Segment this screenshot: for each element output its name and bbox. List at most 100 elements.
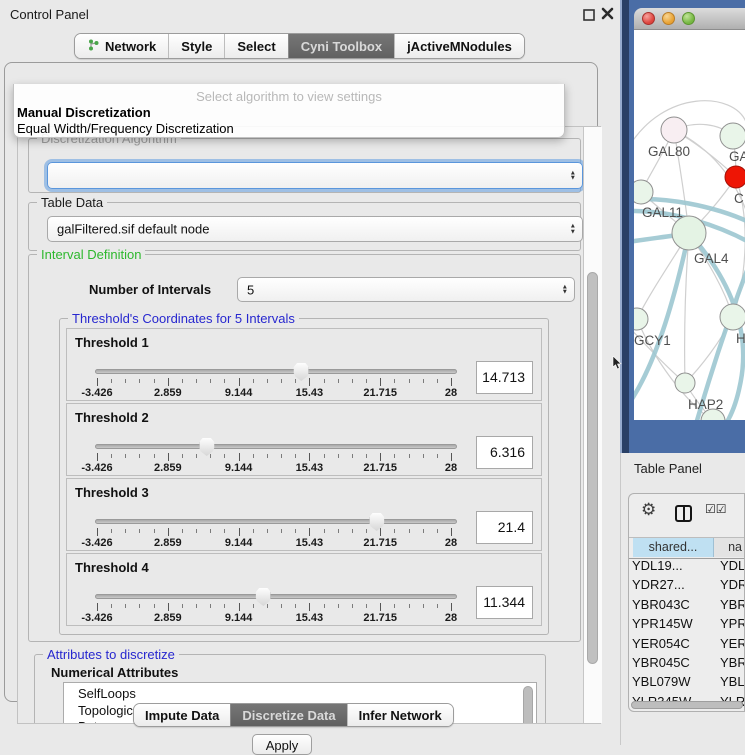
attribute-item[interactable]: SelfLoops bbox=[64, 686, 536, 703]
network-node-h[interactable] bbox=[720, 304, 745, 330]
group-title: Interval Definition bbox=[37, 247, 145, 262]
table-row[interactable]: YBR043CYBR0 bbox=[629, 597, 744, 616]
cell-name[interactable]: YBL0 bbox=[717, 674, 744, 689]
network-node-gcy1[interactable] bbox=[634, 308, 648, 330]
table-row[interactable]: YPR145WYPR1 bbox=[629, 616, 744, 635]
scrollbar-thumb[interactable] bbox=[587, 272, 598, 664]
node-label: GA bbox=[729, 149, 745, 164]
tab-impute-data[interactable]: Impute Data bbox=[134, 704, 230, 726]
threshold-value-box[interactable]: 11.344 bbox=[476, 586, 533, 619]
tab-cyni-toolbox[interactable]: Cyni Toolbox bbox=[288, 34, 394, 58]
cell-shared-name[interactable]: YDR27... bbox=[629, 577, 717, 592]
table-data-group: Table Data galFiltered.sif default node … bbox=[28, 202, 581, 251]
table-row[interactable]: YER054CYER0 bbox=[629, 636, 744, 655]
column-header-name[interactable]: na bbox=[714, 538, 744, 557]
float-window-icon[interactable] bbox=[583, 8, 595, 20]
scale-tick-label: 15.43 bbox=[296, 462, 324, 474]
network-node-gal80[interactable] bbox=[661, 117, 687, 143]
dropdown-option-equal-width-frequency[interactable]: Equal Width/Frequency Discretization bbox=[17, 121, 561, 137]
tab-select[interactable]: Select bbox=[224, 34, 287, 58]
group-title: Table Data bbox=[37, 195, 107, 210]
threshold-value-box[interactable]: 6.316 bbox=[476, 436, 533, 469]
zoom-traffic-light-icon[interactable] bbox=[682, 12, 695, 25]
cell-name[interactable]: YDL1 bbox=[717, 558, 744, 573]
dropdown-hint: Select algorithm to view settings bbox=[14, 89, 564, 104]
tab-jactivemnodules[interactable]: jActiveMNodules bbox=[394, 34, 524, 58]
cell-shared-name[interactable]: YBR043C bbox=[629, 597, 717, 612]
slider-track[interactable] bbox=[95, 519, 457, 524]
table-row[interactable]: YDL19...YDL1 bbox=[629, 558, 744, 577]
cell-name[interactable]: YBR0 bbox=[717, 655, 744, 670]
combo-arrows-icon: ▲▼ bbox=[570, 170, 576, 181]
slider-track[interactable] bbox=[95, 369, 457, 374]
cell-shared-name[interactable]: YDL19... bbox=[629, 558, 717, 573]
node-label: C bbox=[734, 191, 744, 206]
threshold-slider[interactable]: -3.4262.8599.14415.4321.71528 bbox=[95, 590, 457, 624]
node-table: ⚙ ☑☑ shared... na YDL19...YDL1YDR27...YD… bbox=[628, 493, 745, 712]
threshold-slider[interactable]: -3.4262.8599.14415.4321.71528 bbox=[95, 440, 457, 474]
combo-value: 5 bbox=[247, 282, 254, 297]
tab-infer-network[interactable]: Infer Network bbox=[347, 704, 453, 726]
cell-name[interactable]: YER0 bbox=[717, 636, 744, 651]
cell-shared-name[interactable]: YPR145W bbox=[629, 616, 717, 631]
threshold-label: Threshold 3 bbox=[75, 485, 149, 500]
table-row[interactable]: YDR27...YDR2 bbox=[629, 577, 744, 596]
threshold-value-box[interactable]: 21.4 bbox=[476, 511, 533, 544]
tab-discretize-data[interactable]: Discretize Data bbox=[230, 704, 346, 726]
tab-label: Impute Data bbox=[145, 708, 219, 723]
table-data-combo[interactable]: galFiltered.sif default node ▲▼ bbox=[47, 216, 583, 242]
thresholds-group: Threshold's Coordinates for 5 Intervals … bbox=[59, 318, 549, 635]
scale-tick-label: 9.144 bbox=[225, 462, 253, 474]
table-row[interactable]: YBL079WYBL0 bbox=[629, 674, 744, 693]
scale-tick-label: 21.715 bbox=[363, 387, 397, 399]
cell-shared-name[interactable]: YER054C bbox=[629, 636, 717, 651]
network-icon bbox=[87, 38, 105, 55]
algorithm-dropdown-popup: Select algorithm to view settings Manual… bbox=[13, 84, 565, 138]
select-columns-icons[interactable]: ☑☑ bbox=[705, 502, 727, 516]
network-node-gal4[interactable] bbox=[672, 216, 706, 250]
dropdown-option-manual-discretization[interactable]: Manual Discretization bbox=[17, 105, 561, 121]
gear-icon[interactable]: ⚙ bbox=[641, 500, 656, 520]
algorithm-combo[interactable]: ▲▼ bbox=[47, 162, 583, 189]
network-node-gal11[interactable] bbox=[634, 180, 653, 204]
cell-name[interactable]: YPR1 bbox=[717, 616, 744, 631]
number-of-intervals-combo[interactable]: 5 ▲▼ bbox=[237, 277, 575, 302]
network-node-hap2[interactable] bbox=[675, 373, 695, 393]
threshold-panel: Threshold 4 -3.4262.8599.14415.4321.7152… bbox=[66, 553, 542, 626]
cell-shared-name[interactable]: YBR045C bbox=[629, 655, 717, 670]
column-header-shared-name[interactable]: shared... bbox=[633, 538, 714, 557]
network-node-c[interactable] bbox=[725, 166, 745, 188]
tab-label: Cyni Toolbox bbox=[301, 39, 382, 54]
threshold-value-box[interactable]: 14.713 bbox=[476, 361, 533, 394]
slider-track[interactable] bbox=[95, 444, 457, 449]
tab-style[interactable]: Style bbox=[168, 34, 224, 58]
network-window-titlebar[interactable] bbox=[634, 8, 745, 30]
table-row[interactable]: YBR045CYBR0 bbox=[629, 655, 744, 674]
cell-shared-name[interactable]: YBL079W bbox=[629, 674, 717, 689]
close-icon[interactable] bbox=[601, 7, 614, 20]
scale-tick-label: 15.43 bbox=[296, 387, 324, 399]
scale-tick-label: 9.144 bbox=[225, 612, 253, 624]
list-scrollbar[interactable] bbox=[523, 686, 533, 724]
scale-tick-label: 15.43 bbox=[296, 537, 324, 549]
panel-scrollbar[interactable] bbox=[583, 127, 602, 723]
cell-name[interactable]: YDR2 bbox=[717, 577, 744, 592]
node-label: GCY1 bbox=[634, 333, 671, 348]
table-rows: YDL19...YDL1YDR27...YDR2YBR043CYBR0YPR14… bbox=[629, 558, 744, 711]
threshold-slider[interactable]: -3.4262.8599.14415.4321.71528 bbox=[95, 365, 457, 399]
cell-name[interactable]: YBR0 bbox=[717, 597, 744, 612]
slider-handle[interactable] bbox=[256, 588, 271, 606]
threshold-slider[interactable]: -3.4262.8599.14415.4321.71528 bbox=[95, 515, 457, 549]
slider-handle[interactable] bbox=[199, 438, 214, 456]
scale-tick-label: 9.144 bbox=[225, 537, 253, 549]
network-canvas[interactable]: GAL80GACGAL11GAL4GCY1HHAP2 bbox=[634, 30, 745, 420]
minimize-traffic-light-icon[interactable] bbox=[662, 12, 675, 25]
column-layout-icon[interactable] bbox=[675, 505, 692, 522]
network-node-ga[interactable] bbox=[720, 123, 745, 149]
close-traffic-light-icon[interactable] bbox=[642, 12, 655, 25]
slider-track[interactable] bbox=[95, 594, 457, 599]
slider-handle[interactable] bbox=[369, 513, 384, 531]
horizontal-scrollbar-thumb[interactable] bbox=[631, 701, 743, 709]
tab-network[interactable]: Network bbox=[75, 34, 168, 58]
control-panel-window: Control Panel NetworkStyleSelectCyni Too… bbox=[0, 0, 620, 745]
